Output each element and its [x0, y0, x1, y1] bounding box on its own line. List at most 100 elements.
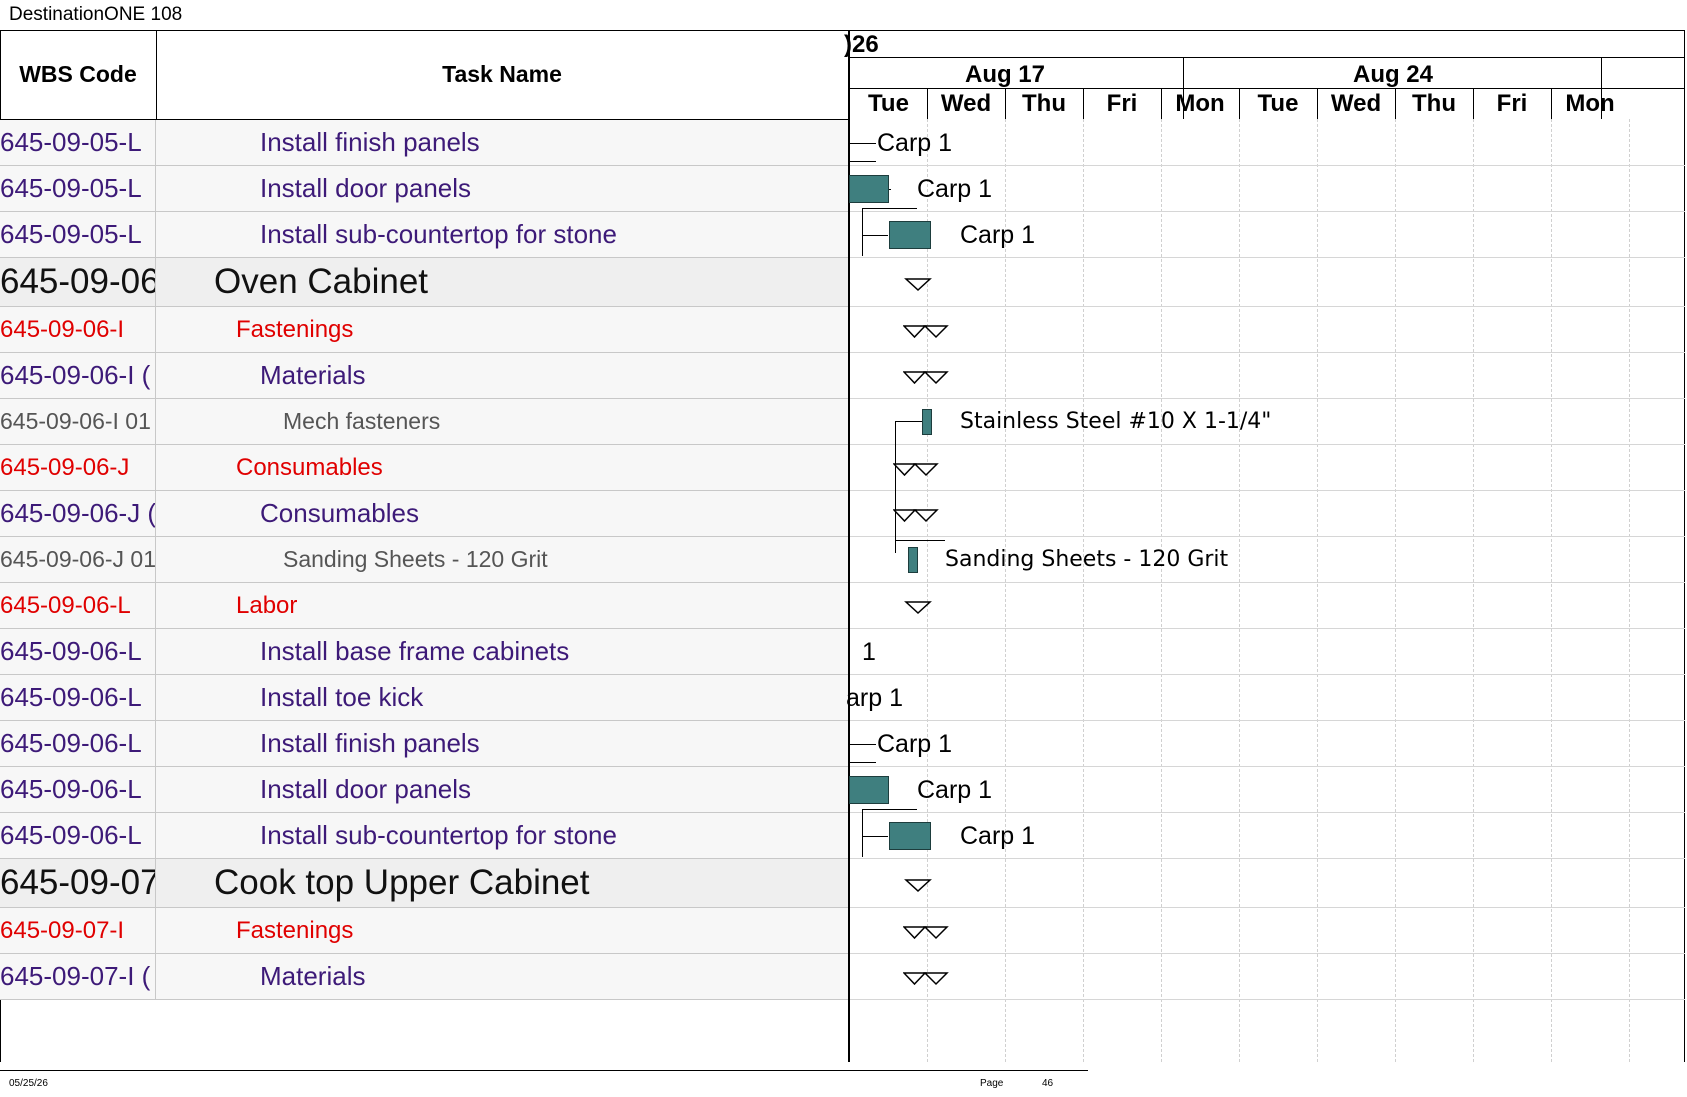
day-separator: [1005, 89, 1006, 119]
gridline: [927, 119, 928, 1062]
table-row[interactable]: 645-09-05-L Install door panels: [0, 166, 848, 212]
print-date: 05/25/26: [9, 1078, 48, 1089]
day-separator: [927, 89, 928, 119]
wbs-code-cell: 645-09-06-L: [0, 675, 156, 720]
wbs-code-cell: 645-09-06-J (: [0, 491, 156, 536]
table-row[interactable]: 645-09-06-L Install base frame cabinets: [0, 629, 848, 675]
table-row[interactable]: 645-09-05-L Install sub-countertop for st…: [0, 212, 848, 258]
table-row[interactable]: 645-09-06-I Fastenings: [0, 307, 848, 353]
table-row[interactable]: 645-09-06-L Install finish panels: [0, 721, 848, 767]
table-row[interactable]: 645-09-06-J ( Consumables: [0, 491, 848, 537]
dependency-link: [850, 762, 876, 763]
summary-marker-icon[interactable]: [903, 370, 949, 386]
task-name-cell: Install door panels: [260, 173, 472, 203]
bar-label: Carp 1: [960, 221, 1036, 249]
task-bar[interactable]: [889, 822, 931, 850]
row-gridline: [850, 536, 1685, 537]
gridline: [1161, 119, 1162, 1062]
bar-label: Sanding Sheets - 120 Grit: [945, 547, 1229, 572]
wbs-code-cell: 645-09-07-I: [0, 908, 156, 953]
row-gridline: [850, 582, 1685, 583]
wbs-code-cell: 645-09-06-J 01: [0, 537, 156, 582]
task-name-cell: Consumables: [260, 498, 419, 528]
bar-label: Carp 1: [877, 730, 953, 758]
gridline: [1239, 119, 1240, 1062]
table-header: WBS Code Task Name: [0, 30, 848, 121]
bar-label: arp 1: [846, 684, 903, 712]
summary-marker-icon[interactable]: [903, 324, 949, 340]
day-separator: [1083, 89, 1084, 119]
dependency-link: [850, 161, 876, 162]
summary-marker-icon[interactable]: [903, 925, 949, 941]
week-label: Aug 24: [1352, 61, 1433, 88]
dependency-link: [850, 143, 876, 144]
summary-marker-icon[interactable]: [893, 508, 939, 524]
dependency-link: [889, 189, 891, 190]
day-label: Wed: [1330, 90, 1382, 117]
summary-marker-icon[interactable]: [893, 462, 939, 478]
row-gridline: [850, 812, 1685, 813]
dependency-link: [862, 809, 863, 857]
row-gridline: [850, 674, 1685, 675]
dependency-link: [862, 836, 888, 837]
table-row[interactable]: 645-09-07-I Fastenings: [0, 908, 848, 954]
task-name-cell: Install sub-countertop for stone: [260, 219, 617, 249]
row-gridline: [850, 398, 1685, 399]
table-row[interactable]: 645-09-07 Cook top Upper Cabinet: [0, 859, 848, 908]
day-separator: [1317, 89, 1318, 119]
table-row[interactable]: 645-09-06-I (Materials: [0, 353, 848, 399]
task-bar[interactable]: [849, 175, 889, 203]
task-bar[interactable]: [849, 776, 889, 804]
task-bar[interactable]: [922, 409, 932, 435]
day-label: Thu: [1412, 90, 1456, 117]
week-label: Aug 17: [964, 61, 1045, 88]
table-row[interactable]: 645-09-05-L Install finish panels: [0, 120, 848, 166]
task-name-cell: Install base frame cabinets: [260, 636, 570, 666]
dependency-link: [862, 208, 863, 256]
table-row[interactable]: 645-09-06-J Consumables: [0, 445, 848, 491]
row-gridline: [850, 907, 1685, 908]
table-row[interactable]: 645-09-07-I (Materials: [0, 954, 848, 1000]
table-row[interactable]: 645-09-06-J 01 Sanding Sheets - 120 Grit: [0, 537, 848, 583]
task-bar[interactable]: [889, 221, 931, 249]
row-gridline: [850, 628, 1685, 629]
task-name-cell: Fastenings: [236, 916, 354, 944]
gridline: [1317, 119, 1318, 1062]
table-row[interactable]: 645-09-06 Oven Cabinet: [0, 258, 848, 307]
row-gridline: [850, 720, 1685, 721]
task-name-cell: Cook top Upper Cabinet: [214, 863, 590, 902]
day-separator: [1551, 89, 1552, 119]
table-row[interactable]: 645-09-06-L Install door panels: [0, 767, 848, 813]
task-bar[interactable]: [908, 547, 918, 573]
summary-marker-icon[interactable]: [903, 600, 933, 616]
summary-marker-icon[interactable]: [903, 878, 933, 894]
task-name-cell: Install sub-countertop for stone: [260, 820, 617, 850]
row-gridline: [850, 766, 1685, 767]
row-gridline: [850, 165, 1685, 166]
dependency-link: [895, 540, 945, 541]
table-row[interactable]: 645-09-06-L Labor: [0, 583, 848, 629]
summary-marker-icon[interactable]: [903, 277, 933, 293]
day-label: Mon: [1175, 90, 1225, 117]
table-row[interactable]: 645-09-06-I 01 Mech fasteners: [0, 399, 848, 445]
gridline: [1395, 119, 1396, 1062]
bar-label: Carp 1: [917, 175, 993, 203]
wbs-code-cell: 645-09-06-L: [0, 629, 156, 674]
task-name-column-header[interactable]: Task Name: [157, 30, 847, 119]
day-label: Wed: [940, 90, 992, 117]
page-title: DestinationONE 108: [9, 4, 183, 25]
table-row[interactable]: 645-09-06-L Install sub-countertop for st…: [0, 813, 848, 859]
gridline: [1629, 119, 1630, 1062]
day-label: Fri: [1106, 90, 1138, 117]
table-row[interactable]: 645-09-06-L Install toe kick: [0, 675, 848, 721]
dependency-link: [850, 744, 876, 745]
row-gridline: [850, 352, 1685, 353]
day-label: Tue: [1257, 90, 1299, 117]
day-separator: [1161, 89, 1162, 119]
summary-marker-icon[interactable]: [903, 971, 949, 987]
wbs-column-header[interactable]: WBS Code: [0, 30, 157, 119]
day-separator: [1395, 89, 1396, 119]
gridline: [1005, 119, 1006, 1062]
timescale-year: )26: [844, 31, 879, 58]
wbs-code-cell: 645-09-06-I (: [0, 353, 156, 398]
